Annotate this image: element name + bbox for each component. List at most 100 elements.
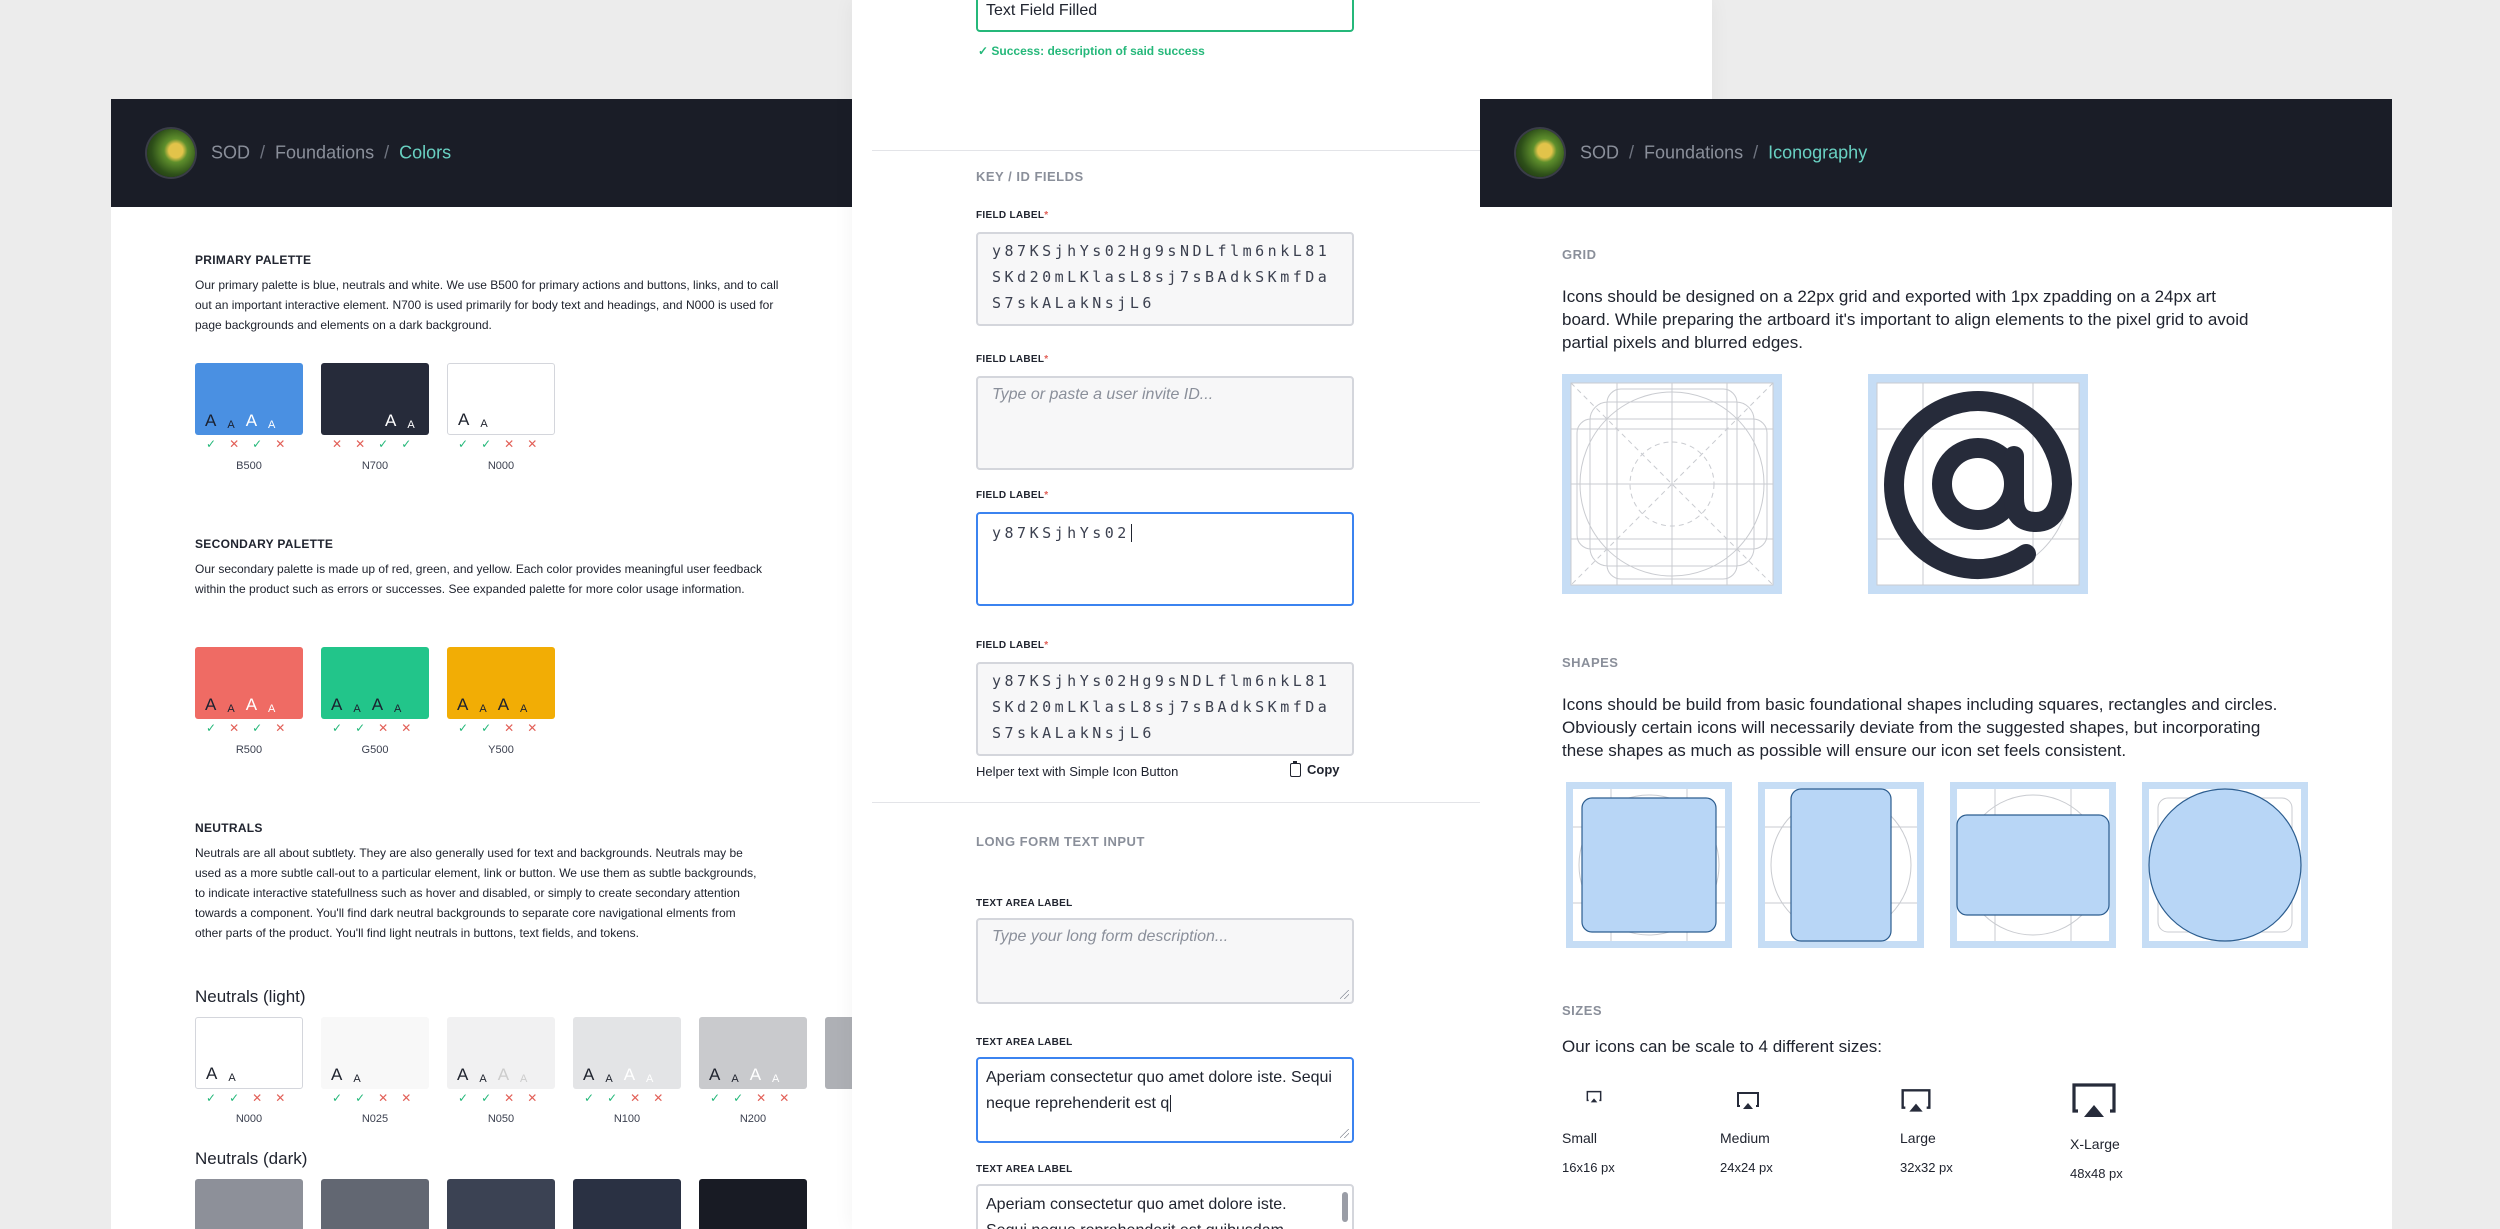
swatch-n200: AAAA (699, 1017, 807, 1089)
swatch-label: N700 (361, 460, 389, 472)
swatch-label: N000 (487, 460, 515, 472)
swatch-dark (573, 1179, 681, 1229)
check-icon: ✓ (978, 44, 989, 58)
success-text-field[interactable]: Text Field Filled (976, 0, 1354, 32)
vertical-rectangle-shape-icon (1758, 782, 1924, 948)
swatch-dark (699, 1179, 807, 1229)
airplay-icon (1901, 1089, 1931, 1112)
key-field-filled[interactable]: y87KSjhYs02Hg9sNDLflm6nkL81SKd20mLKlasL8… (976, 232, 1354, 326)
airplay-icon (1737, 1092, 1759, 1109)
clipboard-icon (1290, 760, 1301, 777)
breadcrumb-current: Iconography (1768, 142, 1868, 163)
avatar[interactable] (147, 129, 195, 177)
neutrals-dark-title: Neutrals (dark) (195, 1149, 308, 1168)
circle-shape-icon (2142, 782, 2308, 948)
textarea-focused[interactable]: Aperiam consectetur quo amet dolore iste… (976, 1057, 1354, 1143)
grid-title: GRID (1562, 247, 1597, 262)
sizes-text: Our icons can be scale to 4 different si… (1562, 1037, 1883, 1056)
neutrals-title: NEUTRALS (195, 821, 263, 835)
swatch-label: N100 (613, 1113, 641, 1125)
top-bar: SOD / Foundations / Iconography (1480, 99, 2392, 207)
breadcrumb-separator: / (384, 142, 390, 163)
field-label: FIELD LABEL* (976, 210, 1049, 221)
field-label: FIELD LABEL* (976, 640, 1049, 651)
breadcrumb: SOD / Foundations / Iconography (1580, 143, 1867, 164)
primary-palette-title: PRIMARY PALETTE (195, 253, 312, 267)
key-field-with-copy[interactable]: y87KSjhYs02Hg9sNDLflm6nkL81SKd20mLKlasL8… (976, 662, 1354, 756)
airplay-icon (2072, 1083, 2116, 1117)
size-small: Small 16x16 px (1562, 1089, 1615, 1175)
grid-text: Icons should be designed on a 22px grid … (1562, 287, 2249, 352)
primary-palette-text: Our primary palette is blue, neutrals an… (195, 278, 779, 332)
shapes-title: SHAPES (1562, 655, 1619, 670)
resize-handle[interactable] (1340, 1129, 1349, 1138)
success-message: ✓ Success: description of said success (978, 44, 1205, 58)
contrast-marks: ✓ ✓ ✕ ✕ (458, 1091, 538, 1105)
key-field-empty[interactable]: Type or paste a user invite ID... (976, 376, 1354, 470)
key-field-focused[interactable]: y87KSjhYs02 (976, 512, 1354, 606)
swatch-dark (447, 1179, 555, 1229)
swatch-n700: AA (321, 363, 429, 435)
contrast-marks: ✓ ✓ ✕ ✕ (332, 1091, 412, 1105)
textarea-label: TEXT AREA LABEL (976, 898, 1073, 909)
swatch-n000: AA (195, 1017, 303, 1089)
size-x-large: X-Large 48x48 px (2070, 1077, 2123, 1181)
sizes-title: SIZES (1562, 1003, 1603, 1018)
swatch-label: B500 (236, 460, 262, 472)
swatch-r500: AA AA (195, 647, 303, 719)
avatar[interactable] (1516, 129, 1564, 177)
swatch-y500: AA AA (447, 647, 555, 719)
shapes-text: Icons should be build from basic foundat… (1562, 695, 2278, 760)
airplay-icon (1586, 1090, 1602, 1103)
breadcrumb-section[interactable]: Foundations (275, 143, 374, 164)
breadcrumb-root[interactable]: SOD (211, 143, 250, 164)
horizontal-rectangle-shape-icon (1950, 782, 2116, 948)
breadcrumb-separator: / (1629, 142, 1635, 163)
textarea-label: TEXT AREA LABEL (976, 1037, 1073, 1048)
at-sign-icon (1868, 374, 2088, 594)
breadcrumb-separator: / (1753, 142, 1759, 163)
swatch-n025: AA (321, 1017, 429, 1089)
long-form-heading: LONG FORM TEXT INPUT (976, 834, 1145, 849)
swatch-label: N000 (235, 1113, 263, 1125)
textarea-scrolling[interactable]: Aperiam consectetur quo amet dolore iste… (976, 1184, 1354, 1229)
size-large: Large 32x32 px (1900, 1085, 1953, 1175)
swatch-g500: AA AA (321, 647, 429, 719)
field-label: FIELD LABEL* (976, 354, 1049, 365)
breadcrumb-section[interactable]: Foundations (1644, 143, 1743, 164)
scrollbar[interactable] (1342, 1192, 1348, 1222)
contrast-marks: ✓ ✓ ✕ ✕ (458, 437, 538, 451)
swatch-label: N050 (487, 1113, 515, 1125)
swatch-label: G500 (361, 744, 389, 756)
grid-template-icon (1562, 374, 1782, 594)
contrast-marks: ✕ ✕ ✓ ✓ (332, 437, 412, 451)
iconography-panel: SOD / Foundations / Iconography GRID Ico… (1480, 99, 2392, 1229)
contrast-marks: ✓ ✓ ✕ ✕ (458, 721, 538, 735)
swatch-dark (195, 1179, 303, 1229)
contrast-marks: ✓ ✕ ✓ ✕ (206, 437, 286, 451)
resize-handle[interactable] (1340, 990, 1349, 999)
contrast-marks: ✓ ✓ ✕ ✕ (710, 1091, 790, 1105)
swatch-b500: AA AA (195, 363, 303, 435)
contrast-marks: ✓ ✓ ✕ ✕ (206, 1091, 286, 1105)
swatch-n100: AAAA (573, 1017, 681, 1089)
breadcrumb-root[interactable]: SOD (1580, 143, 1619, 164)
helper-text: Helper text with Simple Icon Button (976, 764, 1179, 779)
neutrals-text: Neutrals are all about subtlety. They ar… (195, 846, 757, 940)
top-bar: SOD / Foundations / Colors (111, 99, 961, 207)
neutrals-light-title: Neutrals (light) (195, 987, 306, 1006)
field-label: FIELD LABEL* (976, 490, 1049, 501)
size-medium: Medium 24x24 px (1720, 1089, 1773, 1175)
breadcrumb-current: Colors (399, 142, 452, 163)
copy-button[interactable]: Copy (1290, 760, 1340, 777)
textarea-empty[interactable]: Type your long form description... (976, 918, 1354, 1004)
swatch-label: Y500 (488, 744, 514, 756)
square-shape-icon (1566, 782, 1732, 948)
swatch-dark (321, 1179, 429, 1229)
secondary-palette-title: SECONDARY PALETTE (195, 537, 334, 551)
breadcrumb-separator: / (260, 142, 266, 163)
swatch-label: N025 (361, 1113, 389, 1125)
breadcrumb: SOD / Foundations / Colors (211, 143, 451, 164)
secondary-palette-text: Our secondary palette is made up of red,… (195, 562, 762, 596)
swatch-label: N200 (739, 1113, 767, 1125)
